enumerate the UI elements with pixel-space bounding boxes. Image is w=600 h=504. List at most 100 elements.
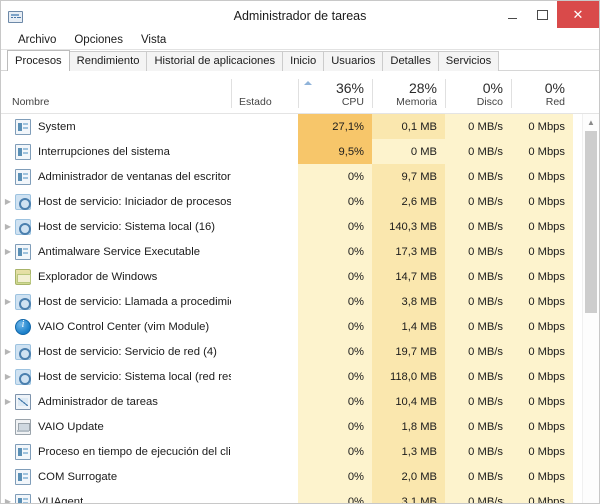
cell-estado [231,264,298,289]
tab-servicios[interactable]: Servicios [437,51,500,71]
cell-estado [231,189,298,214]
table-row[interactable]: ▶ System 27,1% 0,1 MB 0 MB/s 0 Mbps [1,114,582,139]
expand-placeholder: ▶ [1,464,15,489]
cell-red: 0 Mbps [528,270,565,283]
table-row[interactable]: ▶ VAIO Control Center (vim Module) 0% 1,4 M… [1,314,582,339]
tab-strip: Procesos Rendimiento Historial de aplicaci… [1,50,599,71]
table-row[interactable]: ▶ Antimalware Service Executable 0% 17,3 MB… [1,239,582,264]
cell-disco: 0 MB/s [468,420,503,433]
window-icon [15,243,31,260]
cell-estado [231,139,298,164]
table-row[interactable]: ▶ Host de servicio: Iniciador de procesos… [1,189,582,214]
info-circle-icon [15,318,31,335]
tab-rendimiento[interactable]: Rendimiento [68,51,148,71]
menu-item-archivo[interactable]: Archivo [9,31,65,49]
cell-cpu: 0% [347,245,364,258]
menu-item-vista[interactable]: Vista [132,31,175,49]
table-row[interactable]: ▶ Host de servicio: Servicio de red (4) 0%… [1,339,582,364]
cell-memoria: 0,1 MB [401,120,437,133]
cell-memoria: 3,1 MB [401,495,437,504]
expand-chevron-icon[interactable]: ▶ [1,289,15,314]
table-row[interactable]: ▶ Interrupciones del sistema 9,5% 0 MB 0 MB/… [1,139,582,164]
expand-chevron-icon[interactable]: ▶ [1,389,15,414]
cell-estado [231,489,298,503]
cell-red: 0 Mbps [528,495,565,504]
folder-icon [15,268,31,285]
task-manager-icon [15,393,31,410]
column-header-name[interactable]: Nombre [1,71,231,113]
process-name: Proceso en tiempo de ejecución del clien… [38,445,231,458]
table-row[interactable]: ▶ COM Surrogate 0% 2,0 MB 0 MB/s 0 Mbps [1,464,582,489]
cell-red: 0 Mbps [528,195,565,208]
cell-name: ▶ Host de servicio: Iniciador de procesos… [1,189,231,214]
expand-chevron-icon[interactable]: ▶ [1,364,15,389]
cell-red: 0 Mbps [528,120,565,133]
cell-red: 0 Mbps [528,320,565,333]
table-row[interactable]: ▶ Host de servicio: Llamada a procedimien… [1,289,582,314]
scroll-up-icon[interactable]: ▲ [583,114,599,131]
column-header-estado[interactable]: Estado [231,71,298,113]
cell-name: ▶ Host de servicio: Llamada a procedimien… [1,289,231,314]
column-header-disco[interactable]: 0% Disco [445,71,511,113]
expand-chevron-icon[interactable]: ▶ [1,189,15,214]
cell-red: 0 Mbps [528,445,565,458]
cell-cpu: 0% [347,395,364,408]
process-name: COM Surrogate [38,470,118,483]
cell-memoria: 17,3 MB [395,245,437,258]
cell-red: 0 Mbps [528,470,565,483]
tab-procesos[interactable]: Procesos [7,50,70,71]
scrollbar-thumb[interactable] [585,131,597,313]
cell-disco: 0 MB/s [468,370,503,383]
window-icon [15,493,31,503]
cell-memoria: 1,8 MB [401,420,437,433]
column-header-red[interactable]: 0% Red [511,71,573,113]
cell-cpu: 0% [347,420,364,433]
process-name: Host de servicio: Llamada a procedimient… [38,295,231,308]
window-icon [15,168,31,185]
column-header-cpu[interactable]: 36% CPU [298,71,372,113]
column-divider[interactable] [511,79,512,108]
table-row[interactable]: ▶ Proceso en tiempo de ejecución del clie… [1,439,582,464]
tab-inicio[interactable]: Inicio [282,51,325,71]
cell-estado [231,289,298,314]
column-divider[interactable] [231,79,232,108]
tab-historial-de-aplicaciones[interactable]: Historial de aplicaciones [146,51,284,71]
column-header-memoria[interactable]: 28% Memoria [372,71,445,113]
expand-chevron-icon[interactable]: ▶ [1,339,15,364]
expand-chevron-icon[interactable]: ▶ [1,214,15,239]
expand-placeholder: ▶ [1,314,15,339]
window-icon [15,443,31,460]
close-icon: ✕ [572,7,584,22]
cell-name: ▶ Administrador de tareas [1,389,231,414]
maximize-button[interactable] [527,1,557,28]
table-row[interactable]: ▶ Administrador de tareas 0% 10,4 MB 0 MB/s 0… [1,389,582,414]
tab-detalles[interactable]: Detalles [382,51,439,71]
expand-chevron-icon[interactable]: ▶ [1,239,15,264]
process-name: Host de servicio: Sistema local (red res… [38,370,231,383]
expand-chevron-icon[interactable]: ▶ [1,489,15,503]
minimize-button[interactable] [497,1,527,28]
cell-disco: 0 MB/s [468,245,503,258]
table-row[interactable]: ▶ VAIO Update 0% 1,8 MB 0 MB/s 0 Mbps [1,414,582,439]
table-row[interactable]: ▶ Explorador de Windows 0% 14,7 MB 0 MB/s 0 M… [1,264,582,289]
cell-disco: 0 MB/s [468,145,503,158]
cell-disco: 0 MB/s [468,470,503,483]
cell-disco: 0 MB/s [468,395,503,408]
cell-cpu: 0% [347,345,364,358]
cell-cpu: 0% [347,470,364,483]
tab-usuarios[interactable]: Usuarios [323,51,384,71]
menu-item-opciones[interactable]: Opciones [65,31,132,49]
table-row[interactable]: ▶ Host de servicio: Sistema local (red re… [1,364,582,389]
cell-red: 0 Mbps [528,395,565,408]
scrollbar-track[interactable] [583,131,599,503]
close-button[interactable]: ✕ [557,1,599,28]
table-row[interactable]: ▶ VUAgent 0% 3,1 MB 0 MB/s 0 Mbps [1,489,582,503]
column-summary-red: 0% [544,80,565,96]
column-divider[interactable] [372,79,373,108]
cell-estado [231,164,298,189]
table-row[interactable]: ▶ Host de servicio: Sistema local (16) 0% 1… [1,214,582,239]
column-divider[interactable] [445,79,446,108]
column-divider[interactable] [298,79,299,108]
table-row[interactable]: ▶ Administrador de ventanas del escritori… [1,164,582,189]
vertical-scrollbar[interactable]: ▲ [582,114,599,503]
